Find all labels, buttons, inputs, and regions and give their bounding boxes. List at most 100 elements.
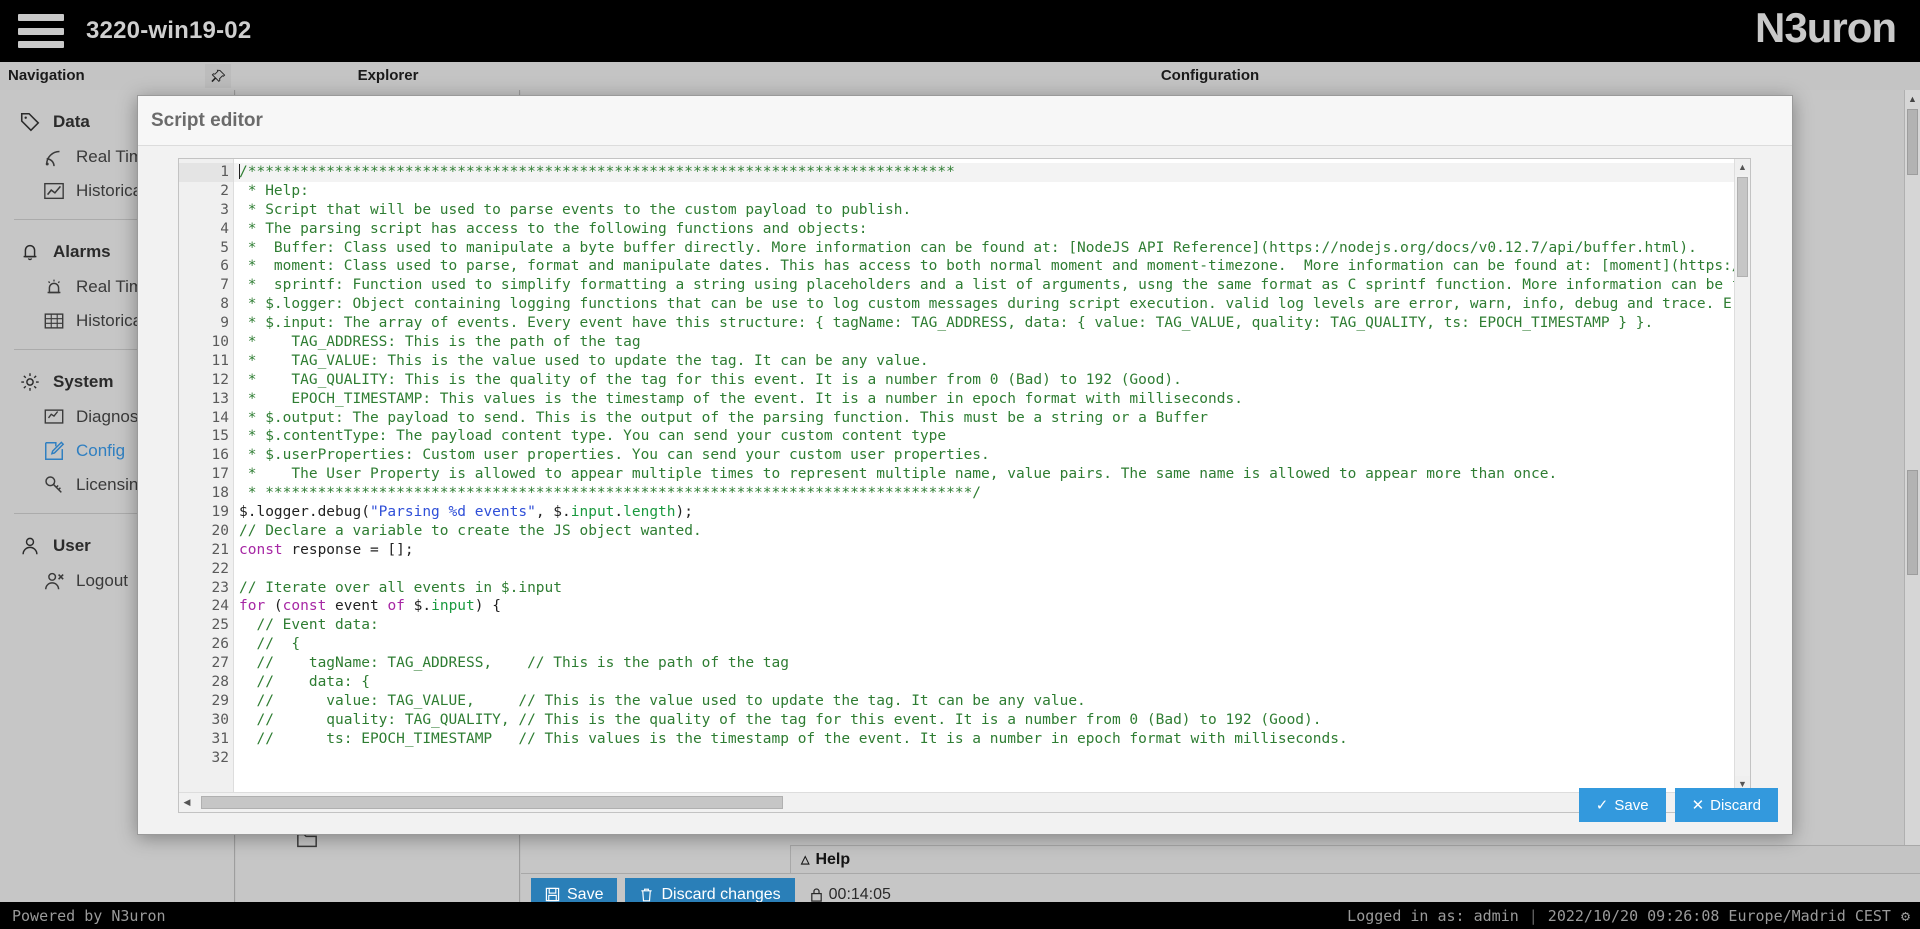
- pencil-square-icon: [45, 441, 65, 460]
- code-line[interactable]: // tagName: TAG_ADDRESS, // This is the …: [234, 654, 1734, 673]
- editor-scroll-up-arrow[interactable]: ▲: [1735, 159, 1750, 175]
- code-line[interactable]: * **************************************…: [234, 484, 1734, 503]
- code-line[interactable]: // ts: EPOCH_TIMESTAMP // This values is…: [234, 730, 1734, 749]
- code-token: input: [431, 598, 475, 615]
- code-line[interactable]: * $.userProperties: Custom user properti…: [234, 446, 1734, 465]
- column-header-bar: Navigation Explorer Configuration: [0, 62, 1920, 90]
- logged-in-label: Logged in as: admin: [1347, 906, 1519, 925]
- code-line[interactable]: // Iterate over all events in $.input: [234, 579, 1734, 598]
- code-token: * The User Property is allowed to appear…: [239, 466, 1558, 483]
- gear-icon[interactable]: ⚙: [1901, 907, 1910, 925]
- nav-group-label: User: [53, 536, 91, 555]
- scroll-thumb-bottom[interactable]: [1907, 470, 1918, 575]
- code-token: * Script that will be used to parse even…: [239, 201, 912, 218]
- code-line[interactable]: * Help:: [234, 182, 1734, 201]
- editor-vertical-scrollbar[interactable]: ▲ ▼: [1734, 159, 1750, 792]
- code-line[interactable]: [234, 560, 1734, 579]
- save-button-label: Save: [567, 885, 604, 903]
- nav-group-label: System: [53, 372, 114, 391]
- code-line[interactable]: const response = [];: [234, 541, 1734, 560]
- lock-timer: 00:14:05: [809, 886, 891, 904]
- code-line[interactable]: [234, 749, 1734, 768]
- line-number: 27: [211, 655, 229, 672]
- help-label: Help: [815, 850, 851, 868]
- code-editor[interactable]: 1▼23456789101112131415161718192021222324…: [178, 158, 1751, 813]
- code-token: * **************************************…: [239, 485, 982, 502]
- code-token: * TAG_VALUE: This is the value used to u…: [239, 352, 929, 369]
- code-token: * $.logger: Object containing logging fu…: [239, 296, 1732, 313]
- code-token: * TAG_QUALITY: This is the quality of th…: [239, 371, 1182, 388]
- configuration-scrollbar[interactable]: ▲: [1904, 90, 1920, 845]
- code-line[interactable]: * $.contentType: The payload content typ…: [234, 427, 1734, 446]
- code-token: );: [675, 504, 693, 521]
- code-line[interactable]: * moment: Class used to parse, format an…: [234, 257, 1734, 276]
- code-content[interactable]: /***************************************…: [234, 159, 1734, 792]
- host-name: 3220-win19-02: [86, 17, 252, 44]
- editor-scroll-left-arrow[interactable]: ◀: [179, 793, 195, 812]
- code-line[interactable]: for (const event of $.input) {: [234, 597, 1734, 616]
- code-line[interactable]: $.logger.debug("Parsing %d events", $.in…: [234, 503, 1734, 522]
- line-number: 7: [220, 277, 229, 294]
- code-token: for: [239, 598, 266, 615]
- sidebar-item-label: Logout: [76, 571, 128, 590]
- scroll-thumb-top[interactable]: [1907, 109, 1918, 175]
- code-line[interactable]: * $.logger: Object containing logging fu…: [234, 295, 1734, 314]
- status-divider: |: [1528, 906, 1538, 925]
- code-line[interactable]: /***************************************…: [234, 163, 1734, 182]
- code-line[interactable]: * Buffer: Class used to manipulate a byt…: [234, 239, 1734, 258]
- modal-save-label: Save: [1614, 796, 1649, 814]
- user-logout-icon: [45, 572, 64, 590]
- code-token: event: [326, 598, 388, 615]
- status-bar: Powered by N3uron Logged in as: admin | …: [0, 902, 1920, 929]
- script-editor-footer: ✓ Save ✕ Discard: [1578, 788, 1778, 822]
- signal-icon: [45, 150, 60, 167]
- code-token: "Parsing %d events": [369, 504, 536, 521]
- code-line[interactable]: // quality: TAG_QUALITY, // This is the …: [234, 711, 1734, 730]
- code-line[interactable]: // value: TAG_VALUE, // This is the valu…: [234, 692, 1734, 711]
- code-line[interactable]: * TAG_QUALITY: This is the quality of th…: [234, 371, 1734, 390]
- code-line[interactable]: * TAG_VALUE: This is the value used to u…: [234, 352, 1734, 371]
- code-token: * moment: Class used to parse, format an…: [239, 258, 1734, 275]
- sidebar-item-label: Historical: [76, 311, 146, 330]
- hamburger-icon[interactable]: [18, 14, 64, 48]
- code-line[interactable]: * TAG_ADDRESS: This is the path of the t…: [234, 333, 1734, 352]
- editor-horizontal-scrollbar[interactable]: ◀ ▶: [179, 792, 1734, 812]
- code-line[interactable]: * The parsing script has access to the f…: [234, 220, 1734, 239]
- code-line[interactable]: * The User Property is allowed to appear…: [234, 465, 1734, 484]
- status-datetime: 2022/10/20 09:26:08 Europe/Madrid CEST: [1547, 906, 1891, 925]
- help-section-header[interactable]: △ Help: [790, 845, 1920, 873]
- scroll-up-arrow[interactable]: ▲: [1905, 90, 1920, 107]
- key-icon: [45, 476, 62, 493]
- code-line[interactable]: * $.output: The payload to send. This is…: [234, 409, 1734, 428]
- code-line[interactable]: // Event data:: [234, 616, 1734, 635]
- line-number: 21: [211, 541, 229, 558]
- code-line[interactable]: // Declare a variable to create the JS o…: [234, 522, 1734, 541]
- pin-icon[interactable]: [205, 64, 231, 88]
- code-token: // tagName: TAG_ADDRESS, // This is the …: [239, 655, 789, 672]
- modal-save-button[interactable]: ✓ Save: [1578, 788, 1666, 822]
- editor-vscroll-thumb[interactable]: [1737, 177, 1748, 277]
- code-token: * The parsing script has access to the f…: [239, 220, 868, 237]
- monitor-icon: [44, 409, 64, 424]
- modal-discard-button[interactable]: ✕ Discard: [1674, 788, 1778, 822]
- cross-icon: ✕: [1691, 797, 1705, 814]
- nav-group-label: Alarms: [53, 242, 111, 261]
- code-line[interactable]: // data: {: [234, 673, 1734, 692]
- code-line[interactable]: * $.input: The array of events. Every ev…: [234, 314, 1734, 333]
- code-line[interactable]: * EPOCH_TIMESTAMP: This values is the ti…: [234, 390, 1734, 409]
- code-token: // Event data:: [239, 617, 379, 634]
- code-line[interactable]: * Script that will be used to parse even…: [234, 201, 1734, 220]
- code-token: // quality: TAG_QUALITY, // This is the …: [239, 711, 1322, 728]
- code-editor-surface[interactable]: 1▼23456789101112131415161718192021222324…: [179, 159, 1734, 792]
- code-token: response = [];: [282, 541, 414, 558]
- line-number: 13: [211, 390, 229, 407]
- code-token: // {: [239, 636, 301, 653]
- code-line[interactable]: * sprintf: Function used to simplify for…: [234, 276, 1734, 295]
- code-line[interactable]: // {: [234, 635, 1734, 654]
- sidebar-item-label: Historical: [76, 181, 146, 200]
- line-number: 25: [211, 617, 229, 634]
- line-number: 1▼: [179, 163, 244, 182]
- code-token: input: [570, 504, 615, 521]
- editor-hscroll-thumb[interactable]: [201, 796, 783, 809]
- floppy-icon: [545, 887, 560, 902]
